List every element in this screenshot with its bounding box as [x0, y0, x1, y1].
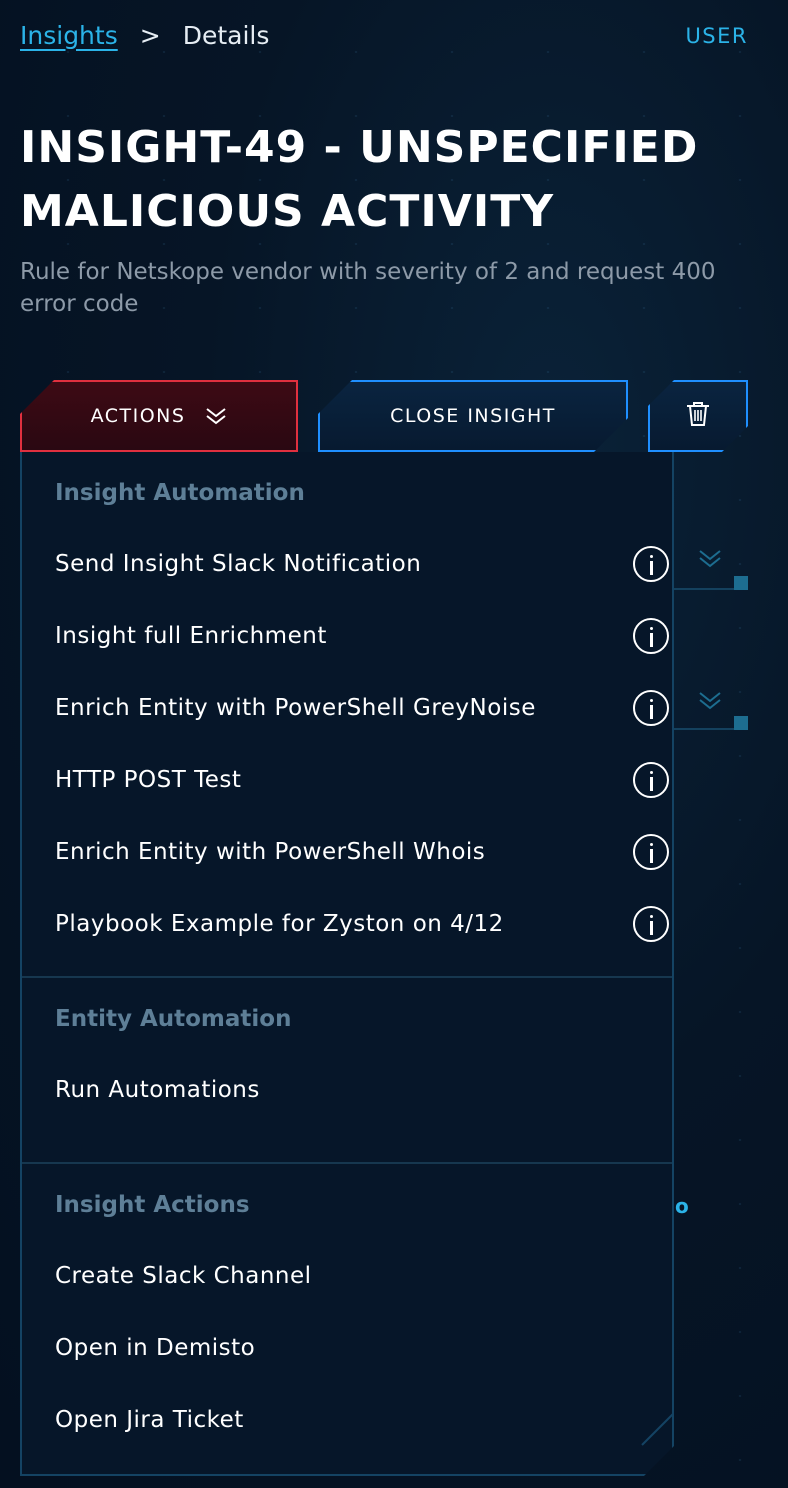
- section-header: Entity Automation: [55, 1006, 292, 1032]
- row-marker: [734, 716, 748, 730]
- menu-item-label: Run Automations: [55, 1077, 260, 1103]
- section-header: Insight Actions: [55, 1192, 250, 1218]
- info-icon[interactable]: [633, 546, 669, 582]
- info-icon[interactable]: [633, 690, 669, 726]
- trash-icon: [684, 400, 712, 433]
- close-insight-label: CLOSE INSIGHT: [390, 405, 556, 427]
- menu-item-enrich-whois[interactable]: Enrich Entity with PowerShell Whois: [55, 816, 672, 888]
- chevron-down-icon[interactable]: [697, 690, 723, 716]
- delete-button[interactable]: [648, 380, 748, 452]
- menu-item-run-automations[interactable]: Run Automations: [55, 1054, 672, 1126]
- info-icon[interactable]: [633, 762, 669, 798]
- user-menu-link[interactable]: USER: [685, 24, 748, 48]
- menu-item-label: Create Slack Channel: [55, 1263, 312, 1289]
- menu-item-label: Insight full Enrichment: [55, 623, 327, 649]
- row-marker: [734, 576, 748, 590]
- actions-button-label: ACTIONS: [90, 405, 186, 427]
- info-icon[interactable]: [633, 618, 669, 654]
- menu-item-open-in-demisto[interactable]: Open in Demisto: [55, 1312, 672, 1384]
- actions-dropdown-button[interactable]: ACTIONS: [20, 380, 298, 452]
- actions-dropdown-menu: Insight Automation Send Insight Slack No…: [20, 452, 674, 1476]
- menu-item-label: Open in Demisto: [55, 1335, 256, 1361]
- close-insight-button[interactable]: CLOSE INSIGHT: [318, 380, 628, 452]
- breadcrumb: Insights > Details: [20, 18, 269, 52]
- menu-item-label: Send Insight Slack Notification: [55, 551, 422, 577]
- chevron-down-icon[interactable]: [697, 548, 723, 574]
- info-icon[interactable]: [633, 906, 669, 942]
- insight-description: Rule for Netskope vendor with severity o…: [20, 259, 716, 317]
- menu-section-insight-actions: Insight Actions Create Slack Channel Ope…: [22, 1164, 672, 1456]
- menu-item-enrich-greynoise[interactable]: Enrich Entity with PowerShell GreyNoise: [55, 672, 672, 744]
- menu-item-playbook-example[interactable]: Playbook Example for Zyston on 4/12: [55, 888, 672, 960]
- menu-item-http-post-test[interactable]: HTTP POST Test: [55, 744, 672, 816]
- menu-item-label: Open Jira Ticket: [55, 1407, 244, 1433]
- section-header: Insight Automation: [55, 480, 305, 506]
- menu-section-entity-automation: Entity Automation Run Automations: [22, 978, 672, 1164]
- menu-item-label: Enrich Entity with PowerShell GreyNoise: [55, 695, 536, 721]
- double-chevron-down-icon: [205, 406, 227, 426]
- info-icon[interactable]: [633, 834, 669, 870]
- menu-item-label: Enrich Entity with PowerShell Whois: [55, 839, 486, 865]
- breadcrumb-insights-link[interactable]: Insights: [20, 21, 118, 50]
- page-title: INSIGHT-49 - UNSPECIFIED MALICIOUS ACTIV…: [20, 122, 699, 237]
- menu-section-insight-automation: Insight Automation Send Insight Slack No…: [22, 452, 672, 978]
- menu-item-open-jira-ticket[interactable]: Open Jira Ticket: [55, 1384, 672, 1456]
- background-text-fragment: o: [675, 1194, 689, 1218]
- menu-item-create-slack-channel[interactable]: Create Slack Channel: [55, 1240, 672, 1312]
- menu-item-label: HTTP POST Test: [55, 767, 242, 793]
- breadcrumb-current: Details: [182, 20, 270, 50]
- menu-item-send-slack-notification[interactable]: Send Insight Slack Notification: [55, 528, 672, 600]
- menu-item-label: Playbook Example for Zyston on 4/12: [55, 911, 504, 937]
- menu-item-full-enrichment[interactable]: Insight full Enrichment: [55, 600, 672, 672]
- breadcrumb-separator: >: [139, 20, 161, 50]
